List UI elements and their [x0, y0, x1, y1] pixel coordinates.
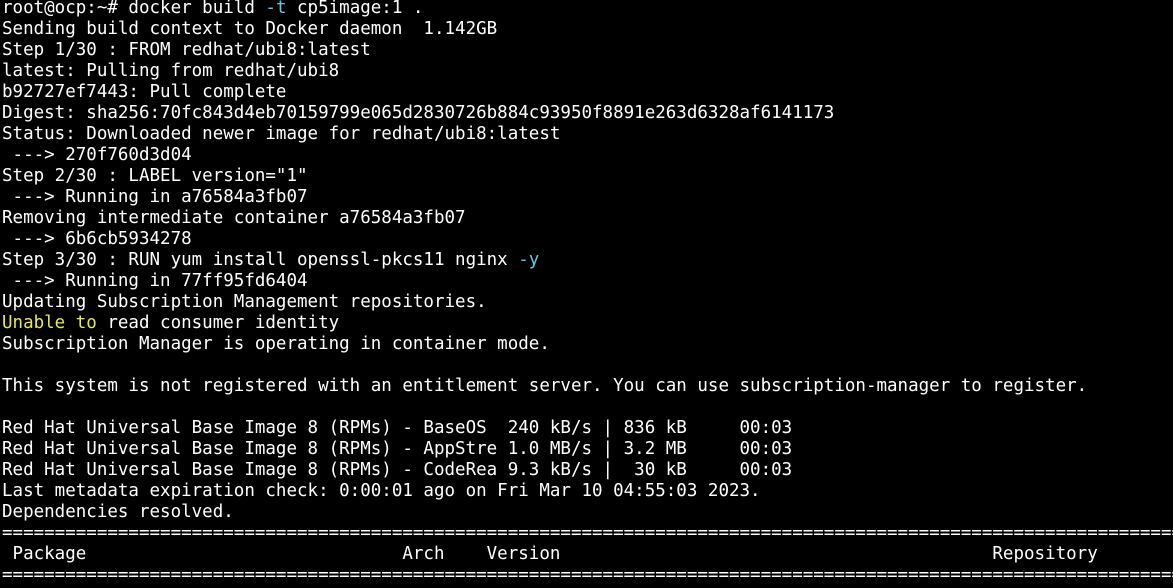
terminal-line: ========================================…	[2, 565, 1173, 586]
terminal-line: Updating Subscription Management reposit…	[2, 292, 1173, 313]
terminal-text: Red Hat Universal Base Image 8 (RPMs) - …	[2, 418, 793, 438]
terminal-text: This system is not registered with an en…	[2, 376, 1088, 396]
terminal-text: Package Arch Version Repository Size	[12, 544, 1098, 564]
terminal-line: Red Hat Universal Base Image 8 (RPMs) - …	[2, 418, 1173, 439]
highlighted-text: -y	[518, 250, 540, 270]
terminal-text: Red Hat Universal Base Image 8 (RPMs) - …	[2, 439, 793, 459]
terminal-text: ---> Running in a76584a3fb07	[2, 187, 308, 207]
terminal-line: ========================================…	[2, 523, 1173, 544]
terminal-text: Subscription Manager is operating in con…	[2, 334, 550, 354]
terminal-output: root@ocp:~# docker build -t cp5image:1 .…	[2, 0, 1173, 586]
terminal-text: Last metadata expiration check: 0:00:01 …	[2, 481, 761, 501]
terminal-text: ========================================…	[2, 523, 1173, 543]
terminal-line: ---> Running in 77ff95fd6404	[2, 271, 1173, 292]
terminal-line: Last metadata expiration check: 0:00:01 …	[2, 481, 1173, 502]
terminal-text: ========================================…	[2, 565, 1173, 585]
terminal-line: ---> 6b6cb5934278	[2, 229, 1173, 250]
terminal-text: ---> Running in 77ff95fd6404	[2, 271, 308, 291]
terminal-line: ---> 270f760d3d04	[2, 145, 1173, 166]
terminal-text: Removing intermediate container a76584a3…	[2, 208, 466, 228]
terminal-line: Removing intermediate container a76584a3…	[2, 208, 1173, 229]
highlighted-text: -t	[265, 0, 287, 18]
terminal-text: Red Hat Universal Base Image 8 (RPMs) - …	[2, 460, 793, 480]
terminal-text: latest: Pulling from redhat/ubi8	[2, 61, 340, 81]
terminal-line: root@ocp:~# docker build -t cp5image:1 .	[2, 0, 1173, 19]
terminal-text: Digest: sha256:70fc843d4eb70159799e065d2…	[2, 103, 835, 123]
terminal-line: This system is not registered with an en…	[2, 376, 1173, 397]
terminal-text: Updating Subscription Management reposit…	[2, 292, 487, 312]
terminal-line: latest: Pulling from redhat/ubi8	[2, 61, 1173, 82]
terminal-text: ---> 6b6cb5934278	[2, 229, 192, 249]
terminal-window[interactable]: root@ocp:~# docker build -t cp5image:1 .…	[0, 0, 1173, 588]
terminal-text: Status: Downloaded newer image for redha…	[2, 124, 561, 144]
terminal-line: Unable to read consumer identity	[2, 313, 1173, 334]
terminal-line: Step 3/30 : RUN yum install openssl-pkcs…	[2, 250, 1173, 271]
terminal-text: Step 3/30 : RUN yum install openssl-pkcs…	[2, 250, 519, 270]
terminal-line: Sending build context to Docker daemon 1…	[2, 19, 1173, 40]
terminal-line: Status: Downloaded newer image for redha…	[2, 124, 1173, 145]
terminal-line: Subscription Manager is operating in con…	[2, 334, 1173, 355]
terminal-text: ---> 270f760d3d04	[2, 145, 192, 165]
highlighted-text: Unable to	[2, 313, 97, 333]
terminal-line: b92727ef7443: Pull complete	[2, 82, 1173, 103]
terminal-text: Step 2/30 : LABEL version="1"	[2, 166, 308, 186]
terminal-text: root@ocp:~# docker build	[2, 0, 266, 18]
terminal-line: ---> Running in a76584a3fb07	[2, 187, 1173, 208]
terminal-text: cp5image:1 .	[286, 0, 424, 18]
terminal-text: Dependencies resolved.	[2, 502, 234, 522]
terminal-line: Package Arch Version Repository Size	[2, 544, 1173, 565]
terminal-line: Red Hat Universal Base Image 8 (RPMs) - …	[2, 460, 1173, 481]
terminal-line: Dependencies resolved.	[2, 502, 1173, 523]
terminal-text: b92727ef7443: Pull complete	[2, 82, 287, 102]
terminal-line: Red Hat Universal Base Image 8 (RPMs) - …	[2, 439, 1173, 460]
terminal-text: Sending build context to Docker daemon 1…	[2, 19, 498, 39]
terminal-line: Step 2/30 : LABEL version="1"	[2, 166, 1173, 187]
terminal-text: read consumer identity	[96, 313, 340, 333]
terminal-line: Digest: sha256:70fc843d4eb70159799e065d2…	[2, 103, 1173, 124]
terminal-text: Step 1/30 : FROM redhat/ubi8:latest	[2, 40, 371, 60]
terminal-line: Step 1/30 : FROM redhat/ubi8:latest	[2, 40, 1173, 61]
